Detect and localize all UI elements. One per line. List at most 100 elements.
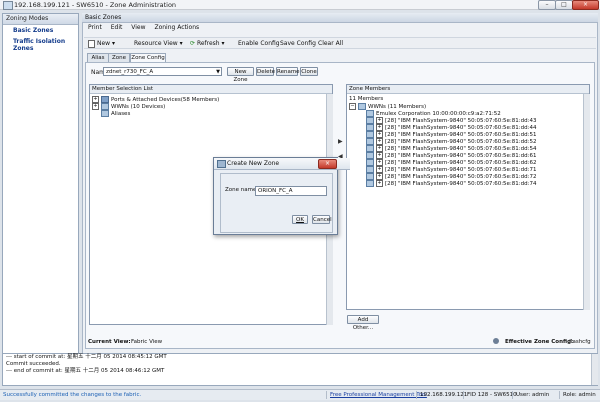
expand-icon[interactable]: + xyxy=(376,180,383,187)
storage-port-icon xyxy=(366,138,374,145)
resource-view-button[interactable]: Resource View ▾ xyxy=(134,39,183,49)
status-message: Successfully committed the changes to th… xyxy=(3,392,142,398)
expand-icon[interactable]: + xyxy=(92,103,99,110)
delete-button[interactable]: Delete xyxy=(256,67,275,76)
current-view-value: Fabric View xyxy=(131,339,163,345)
tree-item-wwns[interactable]: + WWNs (10 Devices) xyxy=(92,103,165,110)
expand-icon[interactable]: + xyxy=(376,117,383,124)
expand-icon[interactable]: + xyxy=(376,138,383,145)
clone-button[interactable]: Clone xyxy=(300,67,318,76)
tree-item-ports[interactable]: + Ports & Attached Devices(58 Members) xyxy=(92,96,219,103)
zoning-modes-header: Zoning Modes xyxy=(3,14,78,25)
zone-member-row[interactable]: + [28] "IBM FlashSystem-9840" 50:05:07:60… xyxy=(366,124,536,131)
zone-member-row[interactable]: + [28] "IBM FlashSystem-9840" 50:05:07:60… xyxy=(366,166,536,173)
dialog-app-icon xyxy=(217,160,226,168)
expand-icon[interactable]: + xyxy=(376,159,383,166)
zone-member-row[interactable]: Emulex Corporation 10:00:00:00:c9:a2:71:… xyxy=(366,110,501,117)
refresh-button[interactable]: ⟳ Refresh ▾ xyxy=(190,39,225,49)
expand-icon[interactable]: + xyxy=(92,96,99,103)
expand-icon[interactable]: + xyxy=(376,173,383,180)
dialog-title: Create New Zone xyxy=(227,160,280,167)
expand-icon[interactable]: + xyxy=(376,152,383,159)
nav-basic-zones[interactable]: Basic Zones xyxy=(3,25,78,36)
rename-button[interactable]: Rename xyxy=(276,67,300,76)
bottom-status-bar: Successfully committed the changes to th… xyxy=(0,389,600,400)
wwn-icon xyxy=(358,103,366,110)
current-view-label: Current View: xyxy=(88,339,131,345)
dialog-body xyxy=(220,173,333,233)
zone-members-list: Zone Members 11 Members − WWNs (11 Member… xyxy=(346,84,590,310)
dialog-title-bar: Create New Zone × xyxy=(214,158,350,170)
maximize-button[interactable]: □ xyxy=(555,0,573,10)
storage-port-icon xyxy=(366,166,374,173)
zone-name-select[interactable]: zdnet_r730_FC_A ▼ xyxy=(103,67,222,76)
port-icon xyxy=(101,96,109,103)
save-config-button[interactable]: Save Config xyxy=(280,39,316,49)
clear-all-button[interactable]: Clear All xyxy=(318,39,343,49)
log-scrollbar[interactable] xyxy=(591,354,598,385)
main-panel-header: Basic Zones xyxy=(82,13,598,23)
ok-button[interactable]: OK xyxy=(292,215,308,224)
free-management-tool-link[interactable]: Free Professional Management Tool xyxy=(326,391,427,399)
zone-members-root[interactable]: − WWNs (11 Members) xyxy=(349,103,426,110)
new-icon xyxy=(88,39,95,48)
effective-config-value: flashcfg xyxy=(569,339,591,345)
expand-icon[interactable]: + xyxy=(376,166,383,173)
expand-icon[interactable]: + xyxy=(376,131,383,138)
commit-log: --- start of commit at: 星期五 十二月 05 2014 … xyxy=(2,353,598,386)
new-menu-button[interactable]: New ▾ xyxy=(88,39,115,49)
zone-name-input[interactable]: ORION_FC_A xyxy=(255,186,327,196)
collapse-icon[interactable]: − xyxy=(349,103,356,110)
enable-config-button[interactable]: Enable Config xyxy=(238,39,280,49)
wwn-icon xyxy=(101,103,109,110)
chevron-down-icon: ▼ xyxy=(216,69,220,75)
dialog-close-button[interactable]: × xyxy=(318,159,337,169)
create-new-zone-dialog: Create New Zone × Zone name ORION_FC_A O… xyxy=(213,157,350,235)
menu-print[interactable]: Print xyxy=(88,24,102,31)
effective-config-icon xyxy=(493,338,499,344)
log-line: Commit succeeded. xyxy=(6,361,61,367)
storage-port-icon xyxy=(366,173,374,180)
menu-view[interactable]: View xyxy=(131,24,145,31)
zone-member-row[interactable]: + [28] "IBM FlashSystem-9840" 50:05:07:60… xyxy=(366,131,536,138)
alias-icon xyxy=(101,110,109,117)
refresh-icon: ⟳ xyxy=(190,40,196,47)
tree-item-aliases[interactable]: Aliases xyxy=(101,110,130,117)
zone-member-row[interactable]: + [28] "IBM FlashSystem-9840" 50:05:07:60… xyxy=(366,152,536,159)
member-selection-header: Member Selection List xyxy=(90,85,332,94)
zone-member-row[interactable]: + [28] "IBM FlashSystem-9840" 50:05:07:60… xyxy=(366,173,536,180)
app-icon xyxy=(3,1,13,10)
add-member-arrow-icon[interactable]: ▶ xyxy=(338,138,345,145)
menu-bar: Print Edit View Zoning Actions xyxy=(84,24,596,34)
status-row: Current View: Fabric View Effective Zone… xyxy=(85,337,595,348)
new-zone-button[interactable]: New Zone xyxy=(227,67,254,83)
storage-port-icon xyxy=(366,152,374,159)
zone-member-row[interactable]: + [28] "IBM FlashSystem-9840" 50:05:07:60… xyxy=(366,159,536,166)
minimize-button[interactable]: – xyxy=(538,0,556,10)
zone-member-row[interactable]: + [28] "IBM FlashSystem-9840" 50:05:07:60… xyxy=(366,145,536,152)
zone-members-scrollbar[interactable] xyxy=(583,94,590,310)
hba-icon xyxy=(366,110,374,117)
expand-icon[interactable]: + xyxy=(376,124,383,131)
close-button[interactable]: × xyxy=(572,0,599,10)
zone-name-label: Zone name xyxy=(225,187,257,193)
window-title: 192.168.199.121 - SW6510 - Zone Administ… xyxy=(14,1,177,9)
toolbar: New ▾ Resource View ▾ ⟳ Refresh ▾ Enable… xyxy=(84,37,596,49)
zone-member-row[interactable]: + [28] "IBM FlashSystem-9840" 50:05:07:60… xyxy=(366,117,536,124)
zone-member-row[interactable]: + [28] "IBM FlashSystem-9840" 50:05:07:60… xyxy=(366,180,536,187)
log-line: --- end of commit at: 星期五 十二月 05 2014 08… xyxy=(6,368,165,374)
zone-members-header: Zone Members xyxy=(347,85,589,94)
zone-member-row[interactable]: + [28] "IBM FlashSystem-9840" 50:05:07:60… xyxy=(366,138,536,145)
status-user: User: admin xyxy=(512,391,549,399)
cancel-button[interactable]: Cancel xyxy=(312,215,332,224)
menu-zoning-actions[interactable]: Zoning Actions xyxy=(154,24,199,31)
zoning-modes-panel: Zoning Modes Basic Zones Traffic Isolati… xyxy=(2,13,79,356)
add-other-button[interactable]: Add Other... xyxy=(347,315,379,331)
nav-traffic-isolation-zones[interactable]: Traffic Isolation Zones xyxy=(3,36,78,54)
storage-port-icon xyxy=(366,131,374,138)
log-line: --- start of commit at: 星期五 十二月 05 2014 … xyxy=(6,354,167,360)
main-panel-title: Basic Zones xyxy=(85,14,122,21)
menu-edit[interactable]: Edit xyxy=(111,24,123,31)
expand-icon[interactable]: + xyxy=(376,145,383,152)
zone-members-count: 11 Members xyxy=(349,96,384,102)
